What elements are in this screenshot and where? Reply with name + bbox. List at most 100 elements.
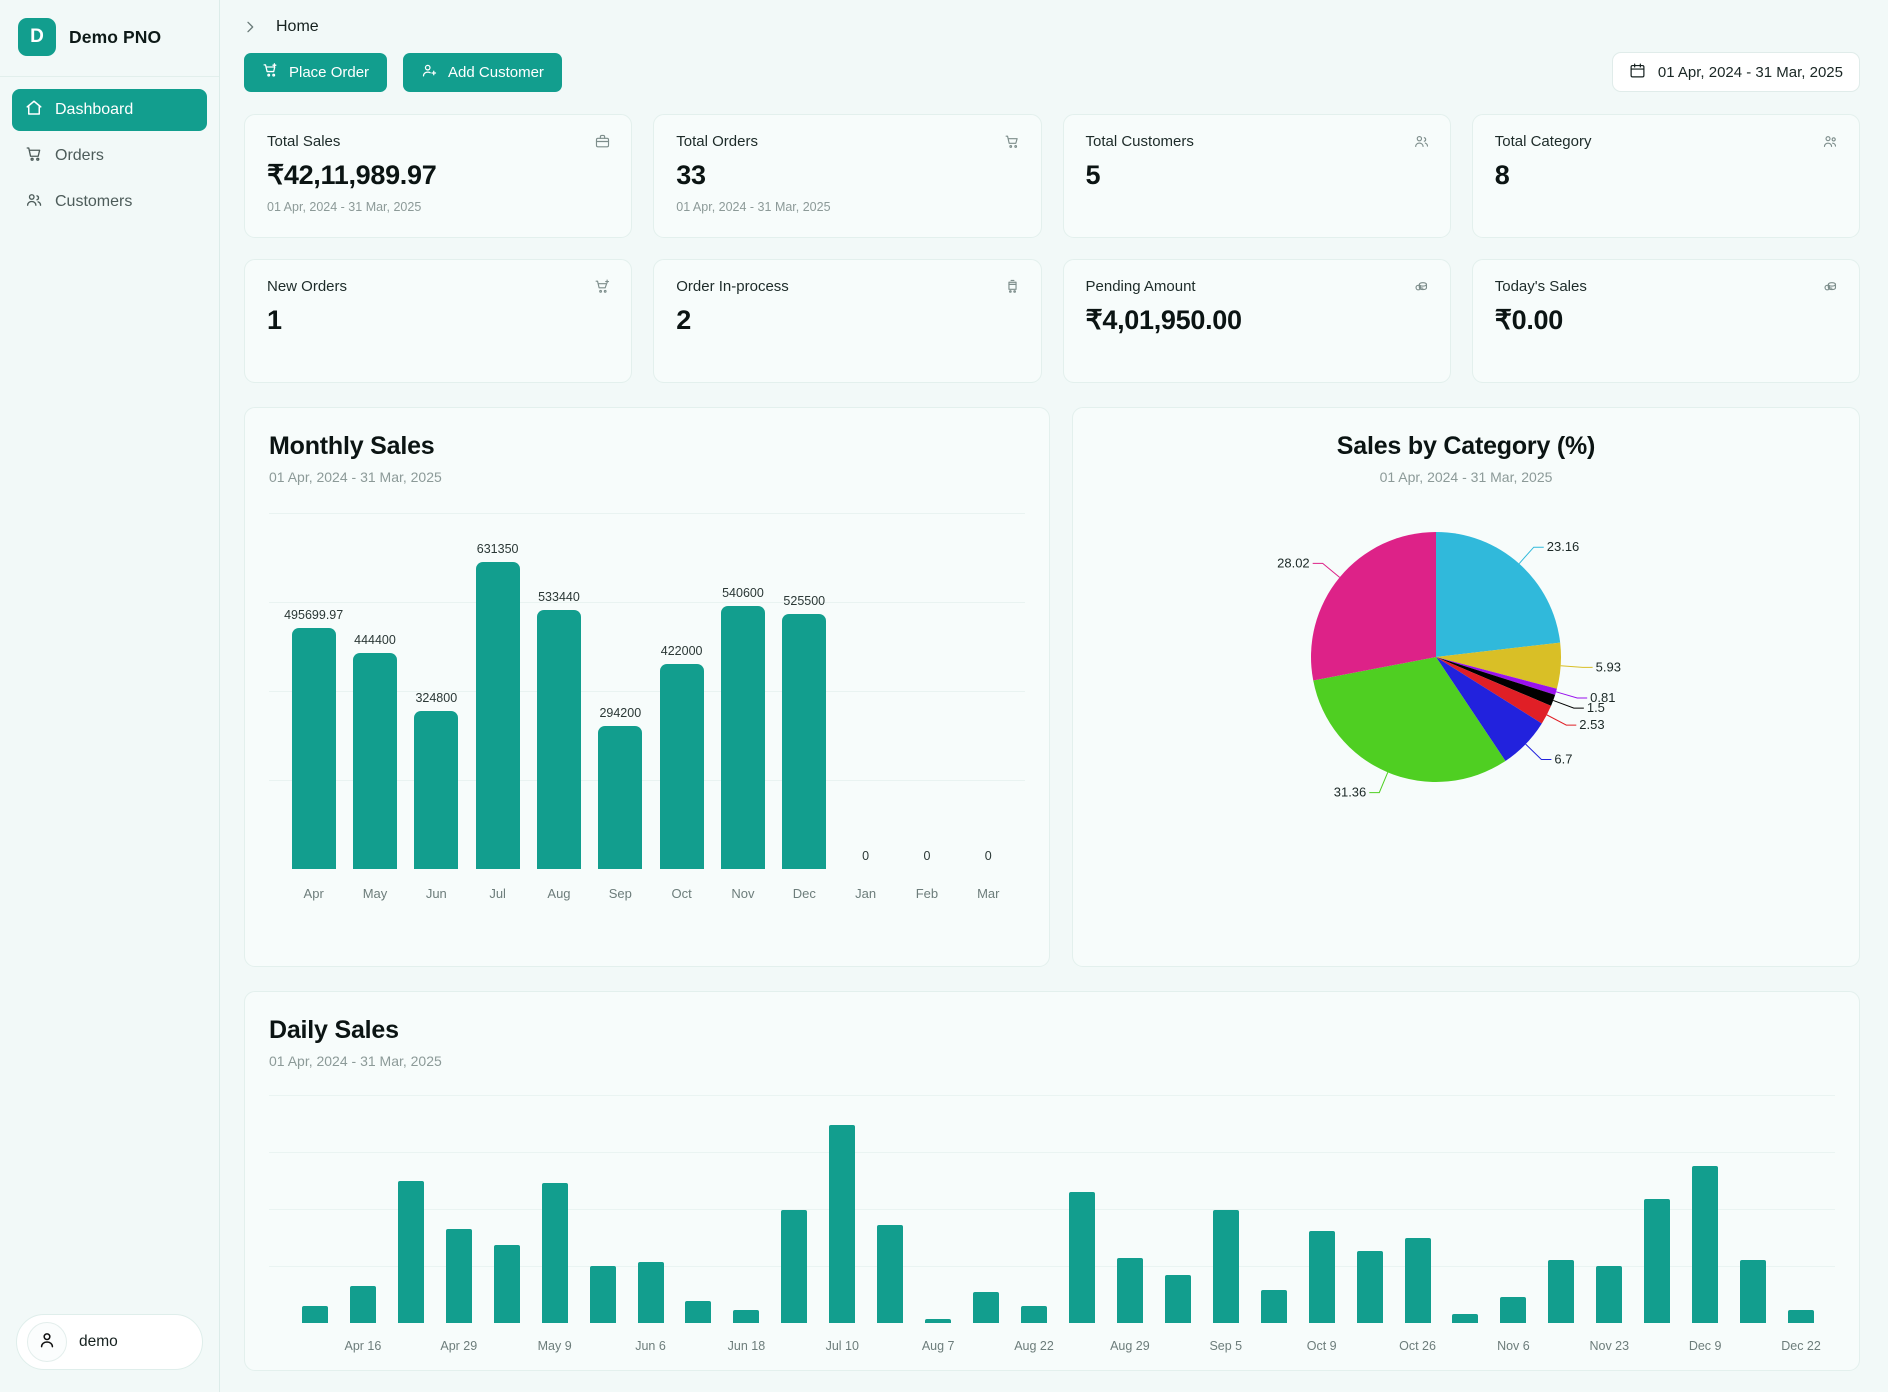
bar-group (818, 1095, 866, 1323)
pie-leader-line (1561, 666, 1593, 668)
user-chip[interactable]: demo (16, 1314, 203, 1370)
bar[interactable] (1069, 1192, 1095, 1323)
stat-card-value: 33 (676, 160, 1020, 191)
bar[interactable] (590, 1266, 616, 1323)
pie-leader-line (1313, 563, 1340, 577)
bar-group (435, 1095, 483, 1323)
bar[interactable] (542, 1183, 568, 1323)
bar-value-label: 495699.97 (284, 608, 343, 622)
stat-card-total-sales: Total Sales ₹42,11,989.97 01 Apr, 2024 -… (244, 114, 632, 238)
x-tick-label: May 9 (531, 1339, 579, 1353)
user-icon (37, 1330, 57, 1355)
pie-slice-label: 2.53 (1579, 717, 1604, 732)
bar[interactable] (476, 562, 520, 869)
coins-icon (1822, 278, 1839, 295)
date-range-picker[interactable]: 01 Apr, 2024 - 31 Mar, 2025 (1612, 52, 1860, 92)
bar[interactable] (733, 1310, 759, 1323)
bar-value-label: 540600 (722, 586, 764, 600)
pie-leader-line (1553, 700, 1584, 708)
bar[interactable] (685, 1301, 711, 1323)
bar[interactable] (721, 606, 765, 869)
bar-group: 324800 (406, 513, 467, 869)
bar[interactable] (877, 1225, 903, 1323)
bar[interactable] (1500, 1297, 1526, 1323)
bar[interactable] (1117, 1258, 1143, 1323)
bar[interactable] (537, 610, 581, 869)
trolley-icon (1004, 278, 1021, 295)
sidebar-footer: demo (0, 1300, 219, 1392)
place-order-button[interactable]: Place Order (244, 53, 387, 92)
x-tick-label: Aug (528, 886, 589, 901)
bar[interactable] (1692, 1166, 1718, 1323)
pie-slice[interactable] (1311, 532, 1436, 681)
sidebar-item-customers[interactable]: Customers (12, 181, 207, 223)
bar[interactable] (1644, 1199, 1670, 1323)
sidebar-item-orders[interactable]: Orders (12, 135, 207, 177)
cart-plus-icon (594, 278, 611, 295)
x-tick-label: Jun 18 (722, 1339, 770, 1353)
x-tick-spacer (1250, 1339, 1298, 1353)
bar-value-label: 294200 (599, 706, 641, 720)
bar[interactable] (829, 1125, 855, 1323)
bar[interactable] (1021, 1306, 1047, 1323)
bar[interactable] (1213, 1210, 1239, 1323)
stat-card-value: 5 (1086, 160, 1430, 191)
bar[interactable] (353, 653, 397, 869)
x-tick-label: Sep 5 (1202, 1339, 1250, 1353)
bar[interactable] (398, 1181, 424, 1323)
bar-group (1729, 1095, 1777, 1323)
avatar (27, 1322, 67, 1362)
stat-card-total-customers: Total Customers 5 (1063, 114, 1451, 238)
pie-slice-label: 28.02 (1277, 555, 1310, 570)
bar-group (627, 1095, 675, 1323)
x-tick-label: Mar (958, 886, 1019, 901)
bar[interactable] (782, 614, 826, 869)
users-icon (25, 191, 43, 214)
bar[interactable] (1548, 1260, 1574, 1323)
bar[interactable] (1405, 1238, 1431, 1323)
bar[interactable] (1165, 1275, 1191, 1323)
bar[interactable] (638, 1262, 664, 1323)
bar[interactable] (1596, 1266, 1622, 1323)
bar-group (579, 1095, 627, 1323)
x-tick-label: Sep (590, 886, 651, 901)
bar-group (483, 1095, 531, 1323)
bar[interactable] (1309, 1231, 1335, 1323)
bar[interactable] (446, 1229, 472, 1323)
bar-group (1489, 1095, 1537, 1323)
add-customer-button[interactable]: Add Customer (403, 53, 562, 92)
sidebar-item-label: Dashboard (55, 101, 133, 119)
x-tick-spacer (866, 1339, 914, 1353)
bar[interactable] (973, 1292, 999, 1323)
breadcrumb-home[interactable]: Home (268, 18, 319, 36)
bar[interactable] (1788, 1310, 1814, 1323)
bar[interactable] (1261, 1290, 1287, 1323)
stat-card-todays-sales: Today's Sales ₹0.00 (1472, 259, 1860, 383)
bar[interactable] (414, 711, 458, 869)
bar[interactable] (660, 664, 704, 869)
bar[interactable] (350, 1286, 376, 1323)
sidebar-item-dashboard[interactable]: Dashboard (12, 89, 207, 131)
daily-sales-chart: Apr 16Apr 29May 9Jun 6Jun 18Jul 10Aug 7A… (269, 1095, 1835, 1363)
brand-logo: D (18, 18, 56, 56)
bar[interactable] (1740, 1260, 1766, 1323)
stat-card-title: Total Customers (1086, 133, 1194, 150)
sales-by-category-chart: 23.165.930.811.52.536.731.3628.02 (1097, 495, 1835, 895)
sidebar-nav: Dashboard Orders Customers (0, 77, 219, 223)
bar[interactable] (925, 1319, 951, 1323)
bar[interactable] (302, 1306, 328, 1323)
pie-leader-line (1369, 772, 1387, 792)
bar[interactable] (781, 1210, 807, 1323)
pie-slice[interactable] (1436, 532, 1560, 657)
breadcrumb: Home (220, 0, 1888, 36)
place-order-label: Place Order (289, 64, 369, 81)
bar[interactable] (292, 628, 336, 869)
bar[interactable] (598, 726, 642, 869)
stat-card-value: ₹42,11,989.97 (267, 160, 611, 191)
brand-name: Demo PNO (69, 27, 161, 48)
bar[interactable] (494, 1245, 520, 1323)
bar[interactable] (1357, 1251, 1383, 1323)
daily-sales-panel: Daily Sales 01 Apr, 2024 - 31 Mar, 2025 … (244, 991, 1860, 1371)
x-tick-spacer (770, 1339, 818, 1353)
bar[interactable] (1452, 1314, 1478, 1323)
